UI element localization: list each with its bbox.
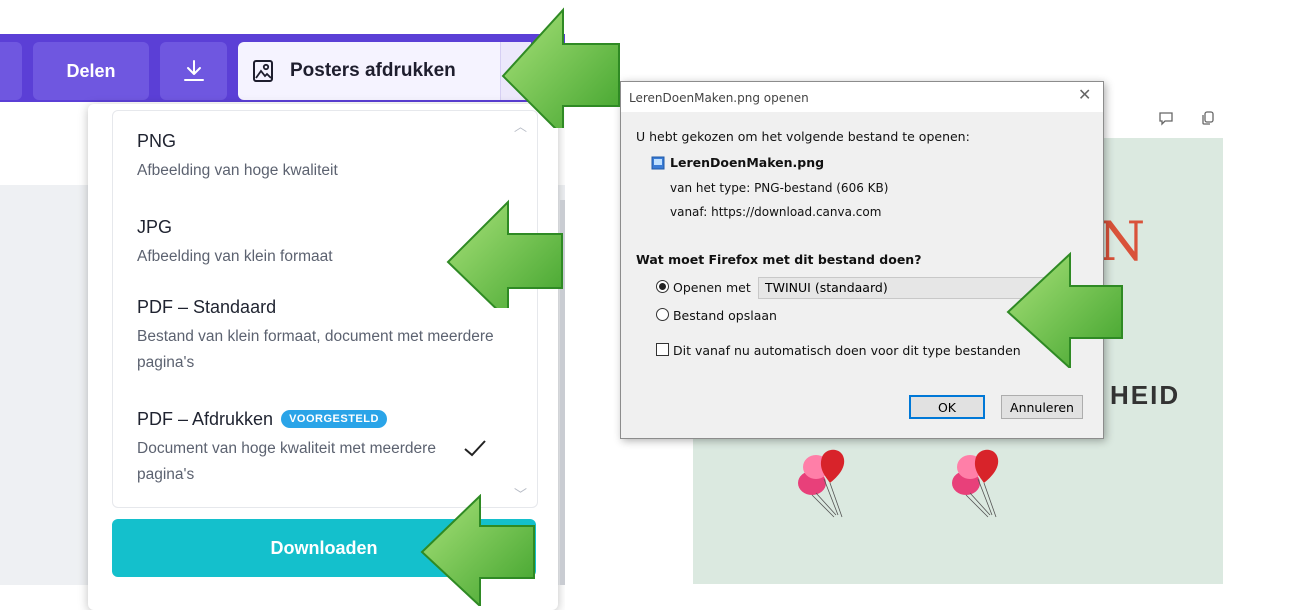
share-button[interactable]: Delen [33, 42, 149, 100]
toolbar-button-partial[interactable] [0, 42, 22, 100]
ok-button[interactable]: OK [909, 395, 985, 419]
option-title-text: PDF – Afdrukken [137, 409, 274, 429]
checkmark-icon [462, 437, 488, 464]
option-title: JPG [137, 217, 173, 237]
annotation-arrow-icon [1006, 251, 1123, 368]
comment-icon[interactable] [1158, 110, 1174, 131]
save-file-radio[interactable] [656, 308, 669, 321]
option-title: PDF – Afdrukken VOORGESTELD [137, 409, 497, 430]
file-type-option-pdf-print[interactable]: PDF – Afdrukken VOORGESTELD Document van … [137, 409, 497, 488]
save-file-option[interactable]: Bestand opslaan [656, 308, 777, 323]
download-toolbar-button[interactable] [160, 42, 227, 100]
cancel-button[interactable]: Annuleren [1001, 395, 1083, 419]
option-description: Afbeelding van klein formaat [137, 248, 333, 265]
file-type-option-pdf-standard[interactable]: PDF – Standaard Bestand van klein formaa… [137, 297, 497, 376]
option-title: PDF – Standaard [137, 297, 277, 317]
print-posters-button[interactable]: Posters afdrukken [238, 42, 500, 100]
file-type-option-png[interactable]: PNG Afbeelding van hoge kwaliteit [137, 131, 497, 184]
file-type-label: van het type: [670, 181, 751, 195]
open-with-option[interactable]: Openen met [656, 280, 751, 295]
option-title: PNG [137, 131, 177, 151]
balloons-graphic [798, 449, 845, 518]
auto-action-option[interactable]: Dit vanaf nu automatisch doen voor dit t… [656, 343, 1021, 358]
file-type-value: PNG-bestand (606 KB) [754, 181, 889, 195]
file-source-value: https://download.canva.com [711, 205, 882, 219]
poster-text-fragment: HEID [1110, 380, 1181, 410]
dialog-question: Wat moet Firefox met dit bestand doen? [636, 252, 922, 267]
balloons-graphic [952, 449, 999, 518]
annotation-arrow-icon [501, 7, 620, 128]
download-icon [183, 60, 204, 81]
close-icon[interactable]: ✕ [1078, 85, 1091, 104]
png-file-icon [651, 155, 665, 174]
annotation-arrow-icon [446, 199, 563, 308]
open-with-label: Openen met [672, 280, 751, 295]
dialog-title: LerenDoenMaken.png openen [629, 91, 809, 105]
print-posters-label: Posters afdrukken [290, 60, 456, 81]
file-type-row: van het type: PNG-bestand (606 KB) [670, 181, 888, 195]
auto-action-label: Dit vanaf nu automatisch doen voor dit t… [672, 343, 1021, 358]
file-type-option-jpg[interactable]: JPG Afbeelding van klein formaat [137, 217, 497, 270]
open-with-radio[interactable] [656, 280, 669, 293]
file-source-label: vanaf: [670, 205, 708, 219]
option-description: Bestand van klein formaat, document met … [137, 328, 494, 371]
option-description: Document van hoge kwaliteit met meerdere… [137, 440, 436, 483]
dialog-intro: U hebt gekozen om het volgende bestand t… [636, 129, 970, 144]
file-source-row: vanaf: https://download.canva.com [670, 205, 881, 219]
save-file-label: Bestand opslaan [672, 308, 777, 323]
suggested-badge: VOORGESTELD [281, 410, 387, 428]
auto-action-checkbox[interactable] [656, 343, 669, 356]
annotation-arrow-icon [420, 494, 535, 606]
copy-icon[interactable] [1200, 110, 1216, 131]
file-name: LerenDoenMaken.png [670, 155, 825, 170]
image-frame-icon [253, 60, 273, 82]
option-description: Afbeelding van hoge kwaliteit [137, 162, 338, 179]
